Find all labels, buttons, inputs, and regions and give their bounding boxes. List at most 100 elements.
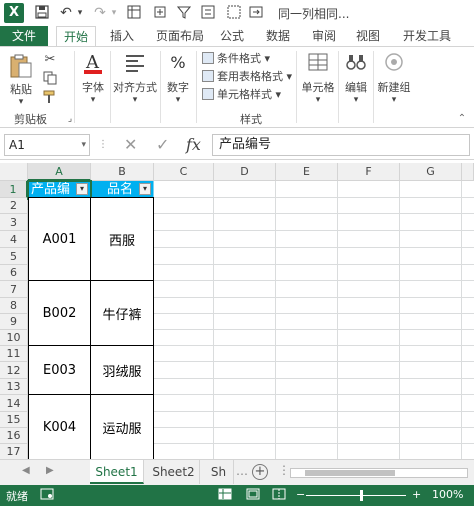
sheet-tab-sheet2[interactable]: Sheet2 [148,460,200,484]
tab-insert[interactable]: 插入 [102,26,142,46]
cells-button[interactable]: 单元格 ▾ [299,51,337,105]
filter-dropdown-icon[interactable]: ▾ [139,183,151,195]
insert-table-icon[interactable] [126,5,142,21]
merged-cell-product-name[interactable]: 运动服 [90,394,154,459]
font-button[interactable]: A 字体 ▾ [78,51,108,105]
new-group-button[interactable]: 新建组 ▾ [376,51,412,105]
row-header-16[interactable]: 16 [0,428,28,444]
zoom-out-icon[interactable]: − [296,488,305,501]
merged-cell-product-name[interactable]: 西服 [90,197,154,281]
tab-developer[interactable]: 开发工具 [396,26,458,46]
format-painter-brush-icon[interactable] [42,90,58,106]
cell-b1[interactable]: 品名 ▾ [91,181,154,198]
merged-cell-product-id[interactable]: A001 [28,197,91,281]
merged-cell-product-name[interactable]: 牛仔裤 [90,280,154,346]
conditional-format-button[interactable]: 条件格式 ▾ [202,51,270,67]
row-header-12[interactable]: 12 [0,362,28,379]
merged-cell-product-id[interactable]: K004 [28,394,91,459]
tab-review[interactable]: 审阅 [304,26,344,46]
horizontal-scrollbar[interactable] [290,468,468,478]
horizontal-scrollbar-thumb[interactable] [305,470,395,476]
row-header-14[interactable]: 14 [0,395,28,412]
collapse-ribbon-icon[interactable]: ⌃ [454,111,470,127]
zoom-slider-thumb[interactable] [360,490,363,501]
sheet-tabs-more-icon[interactable]: … [236,464,248,478]
column-header-b[interactable]: B [91,163,154,181]
formula-input[interactable]: 产品编号 [212,134,470,156]
editing-button[interactable]: 编辑 ▾ [341,51,371,105]
column-header-c[interactable]: C [154,163,214,181]
row-header-3[interactable]: 3 [0,214,28,231]
sheet-tab-sheet3[interactable]: Sh [204,460,234,484]
redo-dropdown-icon[interactable]: ▾ [106,5,122,21]
tab-view[interactable]: 视图 [348,26,388,46]
sheet-prev-icon[interactable]: ◀ [22,465,30,476]
row-header-6[interactable]: 6 [0,265,28,281]
row-header-5[interactable]: 5 [0,248,28,265]
row-header-1[interactable]: 1 [0,181,28,198]
row-header-9[interactable]: 9 [0,314,28,330]
format-as-table-button[interactable]: 套用表格格式 ▾ [202,69,292,85]
row-header-10[interactable]: 10 [0,330,28,346]
alignment-button[interactable]: 对齐方式 ▾ [112,51,158,105]
worksheet-grid[interactable]: A B C D E F G 1 2 3 4 5 6 7 8 9 10 11 12 13 14 15 16 17 … [0,163,474,459]
normal-view-icon[interactable] [218,488,232,503]
filter-icon[interactable] [176,5,192,21]
sheet-split-icon[interactable]: ⋮ [278,463,290,477]
tab-data[interactable]: 数据 [258,26,298,46]
tab-page-layout[interactable]: 页面布局 [150,26,210,46]
zoom-level[interactable]: 100% [432,488,463,501]
merged-cell-product-id[interactable]: E003 [28,345,91,395]
row-header-17[interactable]: 17 [0,444,28,459]
tab-home[interactable]: 开始 [56,26,96,47]
merge-icon[interactable] [248,5,264,21]
row-header-7[interactable]: 7 [0,281,28,298]
column-header-f[interactable]: F [338,163,400,181]
cancel-icon[interactable]: ✕ [124,134,137,156]
status-ready: 就绪 [6,490,28,503]
paste-button[interactable]: 粘贴 ▾ [6,53,36,107]
number-format-button[interactable]: % 数字 ▾ [163,51,193,105]
cut-icon[interactable]: ✂ [42,52,58,68]
name-box[interactable]: A1 ▾ [4,134,90,156]
row-header-4[interactable]: 4 [0,231,28,248]
sheet-tab-sheet1[interactable]: Sheet1 [90,460,144,484]
row-header-13[interactable]: 13 [0,379,28,395]
cell-a1[interactable]: 产品编 ▾ [29,181,91,198]
select-all-corner[interactable] [0,163,28,181]
sheet-next-icon[interactable]: ▶ [46,465,54,476]
save-icon[interactable] [34,5,50,21]
column-header-partial[interactable] [462,163,474,181]
macro-record-icon[interactable] [40,488,54,503]
percent-icon: % [170,53,186,72]
row-header-2[interactable]: 2 [0,198,28,214]
cell-styles-button[interactable]: 单元格样式 ▾ [202,87,281,103]
insert-function-icon[interactable]: fx [186,134,201,156]
tab-formulas[interactable]: 公式 [214,26,250,46]
column-header-d[interactable]: D [214,163,276,181]
merged-cell-product-id[interactable]: B002 [28,280,91,346]
borders-icon[interactable] [226,5,242,21]
copy-icon[interactable] [42,71,58,87]
tab-file[interactable]: 文件 [0,26,48,46]
zoom-in-icon[interactable]: + [412,488,421,501]
merged-cell-product-name[interactable]: 羽绒服 [90,345,154,395]
column-header-a[interactable]: A [28,163,91,181]
name-box-dropdown-icon[interactable]: ▾ [81,135,86,155]
filter-dropdown-icon[interactable]: ▾ [76,183,88,195]
column-header-g[interactable]: G [400,163,462,181]
row-header-8[interactable]: 8 [0,298,28,314]
add-sheet-button[interactable]: + [252,464,268,480]
row-header-11[interactable]: 11 [0,346,28,362]
sort-icon[interactable] [200,5,216,21]
zoom-slider[interactable] [306,495,406,496]
clipboard-launcher-icon[interactable]: ⌟ [62,111,78,127]
undo-dropdown-icon[interactable]: ▾ [72,5,88,21]
page-layout-view-icon[interactable] [246,488,260,503]
column-header-e[interactable]: E [276,163,338,181]
page-break-view-icon[interactable] [272,488,286,503]
row-header-15[interactable]: 15 [0,412,28,428]
group-separator [160,51,161,123]
enter-icon[interactable]: ✓ [156,134,169,156]
format-painter-icon[interactable] [152,5,168,21]
